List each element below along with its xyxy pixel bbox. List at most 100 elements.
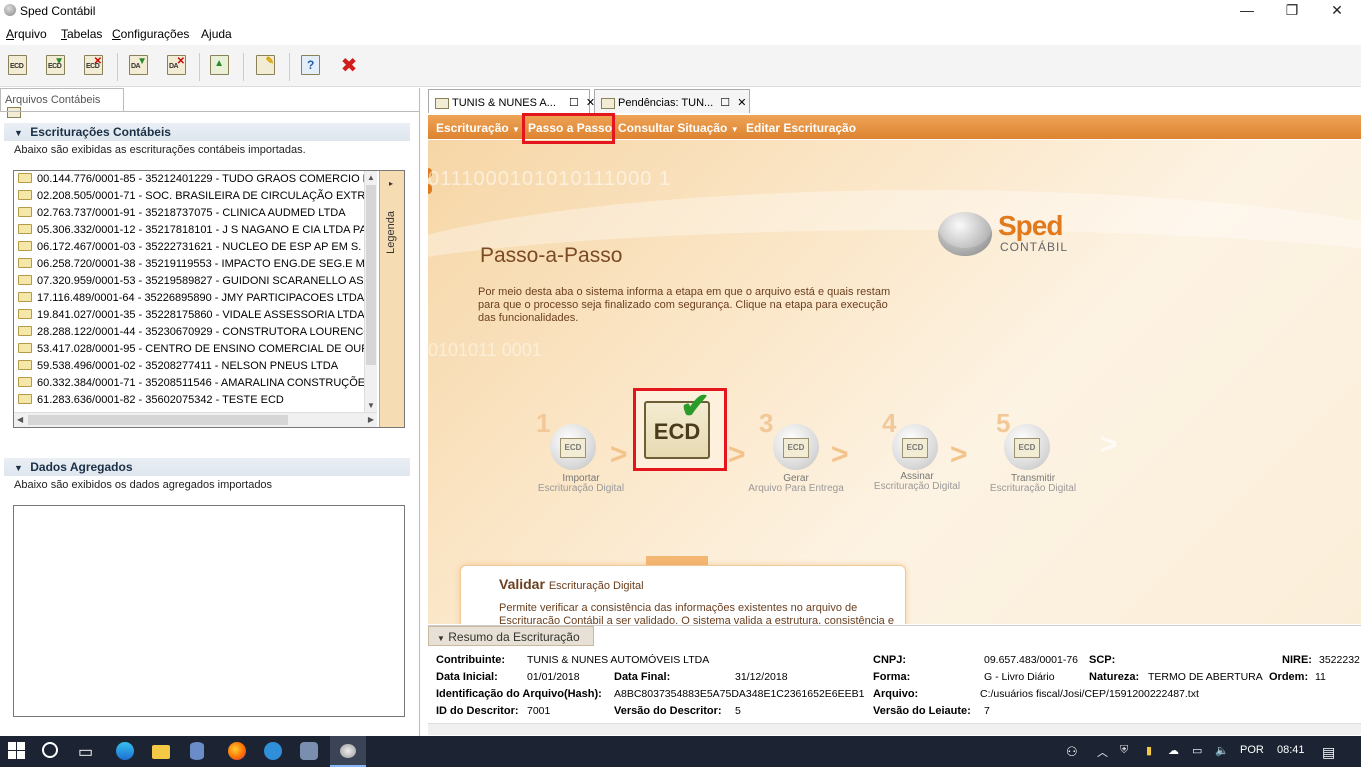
notifications-icon[interactable]: ▤ — [1322, 744, 1335, 761]
folder-icon — [18, 258, 32, 268]
search-icon[interactable] — [42, 742, 62, 762]
label-id-descritor: ID do Descritor: — [436, 705, 519, 717]
ecd-import-button[interactable]: ECD ▼ — [42, 53, 68, 79]
step-validar[interactable]: ECD ✔ — [633, 385, 727, 471]
value-data-inicial: 01/01/2018 — [527, 671, 580, 683]
ecd-sign-icon: ECD — [892, 424, 938, 470]
da-delete-button[interactable]: DA ✕ — [163, 53, 189, 79]
close-icon[interactable]: ✕ — [737, 97, 746, 109]
restore-icon[interactable]: ☐ — [720, 97, 730, 109]
sped-globe-icon — [938, 212, 992, 256]
legend-panel[interactable]: ▸ Legenda — [379, 171, 404, 427]
value-contribuinte: TUNIS & NUNES AUTOMÓVEIS LTDA — [527, 654, 710, 666]
menu-configuracoes[interactable]: Configurações — [112, 27, 189, 41]
minimize-button[interactable]: — — [1224, 0, 1270, 22]
value-data-final: 31/12/2018 — [735, 671, 788, 683]
ecd-delete-button[interactable]: ECD ✕ — [80, 53, 106, 79]
da-import-button[interactable]: DA ▼ — [125, 53, 151, 79]
database-icon[interactable] — [190, 742, 210, 762]
escrituracoes-list[interactable]: 00.144.776/0001-85 - 35212401229 - TUDO … — [13, 170, 405, 428]
list-item[interactable]: 61.283.636/0001-82 - 35602075342 - TESTE… — [14, 392, 364, 409]
app-icon — [4, 4, 16, 16]
list-item[interactable]: 60.332.384/0001-71 - 35208511546 - AMARA… — [14, 375, 364, 392]
dados-header[interactable]: ▼ Dados Agregados — [4, 458, 410, 476]
edit-button[interactable]: ✎ — [252, 53, 278, 79]
escrituracoes-header[interactable]: ▼ Escriturações Contábeis — [4, 123, 410, 141]
step-transmitir[interactable]: 5 ECD Transmitir Escrituração Digital — [990, 408, 1100, 498]
edit-icon: ✎ — [256, 55, 275, 75]
list-item[interactable]: 07.320.959/0001-53 - 35219589827 - GUIDO… — [14, 273, 364, 290]
file-explorer-icon[interactable] — [152, 742, 172, 762]
list-item[interactable]: 06.172.467/0001-03 - 35222731621 - NUCLE… — [14, 239, 364, 256]
language-indicator[interactable]: POR — [1240, 744, 1264, 756]
menu-ajuda[interactable]: Ajuda — [201, 27, 232, 41]
restore-icon[interactable]: ☐ — [569, 97, 579, 109]
tab-escrituracao[interactable]: TUNIS & NUNES A... ☐ ✕ — [428, 89, 595, 113]
list-item[interactable]: 05.306.332/0001-12 - 35217818101 - J S N… — [14, 222, 364, 239]
menu-consultar-situacao[interactable]: Consultar Situação ▼ — [618, 121, 739, 135]
firefox-icon[interactable] — [228, 742, 248, 762]
list-item[interactable]: 00.144.776/0001-85 - 35212401229 - TUDO … — [14, 171, 364, 188]
edge-icon[interactable] — [116, 742, 136, 762]
tab-arquivos-contabeis[interactable]: Arquivos Contábeis — [0, 88, 124, 118]
folder-icon — [18, 275, 32, 285]
escrituracoes-section: ▼ Escriturações Contábeis Abaixo são exi… — [4, 123, 410, 159]
cloud-icon[interactable]: ☁ — [1168, 744, 1179, 757]
label-natureza: Natureza: — [1089, 671, 1140, 683]
tab-pendencias[interactable]: Pendências: TUN... ☐ ✕ — [594, 89, 750, 113]
folder-icon — [18, 292, 32, 302]
sped-taskbar-button[interactable] — [330, 736, 366, 767]
list-horizontal-scrollbar[interactable]: ◀ ▶ — [14, 412, 377, 427]
list-item[interactable]: 02.208.505/0001-71 - SOC. BRASILEIRA DE … — [14, 188, 364, 205]
folder-icon — [18, 360, 32, 370]
app-icon[interactable] — [264, 742, 284, 762]
label-contribuinte: Contribuinte: — [436, 654, 506, 666]
clock[interactable]: 08:41 — [1277, 744, 1305, 756]
help-button[interactable]: ? — [297, 53, 323, 79]
shield-icon[interactable]: ⛨ — [1120, 744, 1128, 757]
list-item[interactable]: 28.288.122/0001-44 - 35230670929 - CONST… — [14, 324, 364, 341]
close-x-icon[interactable]: ✖ — [336, 53, 362, 79]
toolbar: ECD ECD ▼ ECD ✕ DA ▼ DA ✕ ▲ ✎ ? ✖ — [0, 45, 1361, 87]
app-icon[interactable] — [300, 742, 320, 762]
ecd-import-icon: ECD — [550, 424, 596, 470]
menu-editar-escrituracao[interactable]: Editar Escrituração — [746, 121, 856, 135]
menu-arquivo[interactable]: Arquivo — [6, 27, 47, 41]
resumo-panel: ▼ Resumo da Escrituração Contribuinte: T… — [428, 625, 1361, 737]
list-item[interactable]: 02.763.737/0001-91 - 35218737075 - CLINI… — [14, 205, 364, 222]
escrituracoes-description: Abaixo são exibidas as escriturações con… — [14, 144, 306, 156]
close-window-button[interactable]: ✕ — [1314, 0, 1360, 22]
list-item[interactable]: 17.116.489/0001-64 - 35226895890 - JMY P… — [14, 290, 364, 307]
list-rows: 00.144.776/0001-85 - 35212401229 - TUDO … — [14, 171, 364, 409]
chevron-up-icon[interactable]: ︿ — [1097, 744, 1108, 760]
folder-icon — [18, 343, 32, 353]
list-item[interactable]: 19.841.027/0001-35 - 35228175860 - VIDAL… — [14, 307, 364, 324]
resumo-horizontal-scrollbar[interactable] — [428, 723, 1361, 735]
da-delete-icon: DA ✕ — [167, 55, 186, 75]
chevron-right-icon: > — [728, 438, 746, 471]
ecd-import-icon: ECD ▼ — [46, 55, 65, 75]
list-item[interactable]: 53.417.028/0001-95 - CENTRO DE ENSINO CO… — [14, 341, 364, 358]
volume-icon[interactable]: 🔈 — [1215, 744, 1229, 757]
ecd-new-button[interactable]: ECD — [4, 53, 30, 79]
list-item[interactable]: 59.538.496/0001-02 - 35208277411 - NELSO… — [14, 358, 364, 375]
windows-start-icon[interactable] — [8, 742, 28, 762]
tab-arquivos-label: Arquivos Contábeis — [5, 94, 101, 106]
security-icon[interactable]: ▮ — [1146, 744, 1152, 757]
value-versao-descritor: 5 — [735, 705, 741, 717]
people-icon[interactable]: ⚇ — [1066, 744, 1078, 760]
dados-list[interactable] — [13, 505, 405, 717]
menu-tabelas[interactable]: Tabelas — [61, 27, 102, 41]
menu-escrituracao[interactable]: Escrituração ▼ — [436, 121, 520, 135]
maximize-button[interactable]: ❐ — [1269, 0, 1315, 22]
ecd-new-icon: ECD — [8, 55, 27, 75]
step-info-panel: Validar Escrituração Digital Permite ver… — [460, 565, 906, 624]
check-icon: ✔ — [680, 385, 711, 426]
label-ordem: Ordem: — [1269, 671, 1309, 683]
task-view-icon[interactable]: ▭ — [78, 742, 98, 762]
resumo-tab[interactable]: ▼ Resumo da Escrituração — [428, 626, 594, 646]
list-vertical-scrollbar[interactable]: ▲ ▼ — [364, 171, 377, 412]
export-button[interactable]: ▲ — [206, 53, 232, 79]
network-icon[interactable]: ▭ — [1192, 744, 1202, 757]
list-item[interactable]: 06.258.720/0001-38 - 35219119553 - IMPAC… — [14, 256, 364, 273]
